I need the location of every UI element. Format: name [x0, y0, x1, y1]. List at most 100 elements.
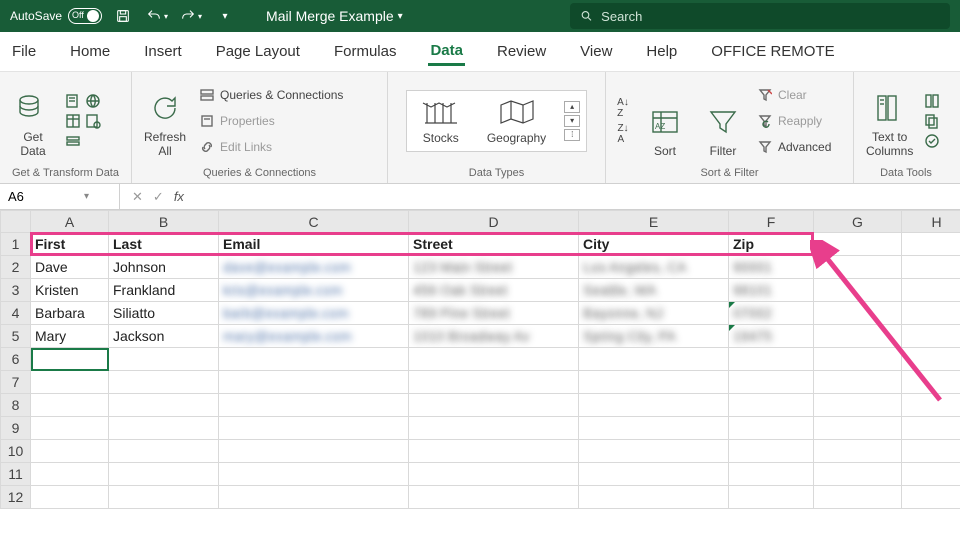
cell-A6[interactable] [31, 348, 109, 371]
autosave-toggle[interactable]: AutoSave Off [10, 8, 102, 24]
qat-customize-icon[interactable]: ▾ [212, 4, 238, 28]
search-box[interactable] [570, 3, 950, 29]
col-header-F[interactable]: F [729, 211, 814, 233]
row-header-3[interactable]: 3 [1, 279, 31, 302]
cell-C4[interactable]: barb@example.com [219, 302, 409, 325]
formula-input[interactable] [196, 184, 960, 209]
cancel-formula-icon[interactable]: ✕ [132, 189, 143, 205]
tab-help[interactable]: Help [644, 39, 679, 64]
cell-B2[interactable]: Johnson [109, 256, 219, 279]
cell-E3[interactable]: Seattle, WA [579, 279, 729, 302]
row-header-5[interactable]: 5 [1, 325, 31, 348]
tab-review[interactable]: Review [495, 39, 548, 64]
cell-D5[interactable]: 1010 Broadway Av [409, 325, 579, 348]
properties-button[interactable]: Properties [196, 110, 347, 132]
tab-data[interactable]: Data [428, 38, 465, 66]
title-dropdown-icon[interactable]: ▾ [398, 11, 403, 22]
row-header-8[interactable]: 8 [1, 394, 31, 417]
tab-office-remote[interactable]: OFFICE REMOTE [709, 39, 836, 64]
refresh-all-button[interactable]: Refresh All [138, 81, 192, 161]
enter-formula-icon[interactable]: ✓ [153, 189, 164, 205]
row-header-11[interactable]: 11 [1, 463, 31, 486]
stocks-type-button[interactable]: Stocks [413, 95, 469, 147]
get-data-button[interactable]: Get Data [6, 81, 60, 161]
spreadsheet-grid[interactable]: A B C D E F G H 1 First Last Email Stree… [0, 210, 960, 509]
row-header-10[interactable]: 10 [1, 440, 31, 463]
edit-links-button[interactable]: Edit Links [196, 136, 347, 158]
tab-page-layout[interactable]: Page Layout [214, 39, 302, 64]
from-text-icon[interactable] [64, 92, 82, 110]
row-header-7[interactable]: 7 [1, 371, 31, 394]
tab-home[interactable]: Home [68, 39, 112, 64]
text-to-columns-button[interactable]: Text to Columns [860, 81, 919, 161]
cell-C1[interactable]: Email [219, 233, 409, 256]
recent-sources-icon[interactable] [84, 112, 102, 130]
existing-conn-icon[interactable] [64, 132, 82, 150]
cell-E4[interactable]: Bayonne, NJ [579, 302, 729, 325]
from-table-icon[interactable] [64, 112, 82, 130]
fx-icon[interactable]: fx [174, 189, 184, 204]
flash-fill-icon[interactable] [923, 92, 941, 110]
cell-C3[interactable]: kris@example.com [219, 279, 409, 302]
filter-button[interactable]: Filter [696, 81, 750, 161]
cell-D3[interactable]: 456 Oak Street [409, 279, 579, 302]
col-header-A[interactable]: A [31, 211, 109, 233]
cell-A2[interactable]: Dave [31, 256, 109, 279]
toggle-switch[interactable]: Off [68, 8, 102, 24]
row-header-6[interactable]: 6 [1, 348, 31, 371]
sort-desc-button[interactable]: Z↓A [612, 123, 634, 145]
cell-A5[interactable]: Mary [31, 325, 109, 348]
tab-formulas[interactable]: Formulas [332, 39, 399, 64]
queries-connections-button[interactable]: Queries & Connections [196, 84, 347, 106]
name-box-dropdown-icon[interactable]: ▾ [84, 191, 89, 202]
cell-G1[interactable] [814, 233, 902, 256]
col-header-D[interactable]: D [409, 211, 579, 233]
save-icon[interactable] [110, 4, 136, 28]
cell-E2[interactable]: Los Angeles, CA [579, 256, 729, 279]
row-header-2[interactable]: 2 [1, 256, 31, 279]
cell-E5[interactable]: Spring City, PA [579, 325, 729, 348]
tab-file[interactable]: File [10, 39, 38, 64]
document-title[interactable]: Mail Merge Example ▾ [266, 8, 403, 24]
row-header-1[interactable]: 1 [1, 233, 31, 256]
sort-button[interactable]: AZ Sort [638, 81, 692, 161]
name-box[interactable]: ▾ [0, 184, 120, 209]
cell-D1[interactable]: Street [409, 233, 579, 256]
clear-button[interactable]: Clear [754, 84, 835, 106]
sort-asc-button[interactable]: A↓Z [612, 97, 634, 119]
col-header-E[interactable]: E [579, 211, 729, 233]
col-header-B[interactable]: B [109, 211, 219, 233]
cell-F3[interactable]: 98101 [729, 279, 814, 302]
remove-dup-icon[interactable] [923, 112, 941, 130]
cell-D4[interactable]: 789 Pine Street [409, 302, 579, 325]
cell-B3[interactable]: Frankland [109, 279, 219, 302]
col-header-H[interactable]: H [902, 211, 960, 233]
cell-H1[interactable] [902, 233, 960, 256]
cell-C2[interactable]: dave@example.com [219, 256, 409, 279]
select-all-corner[interactable] [1, 211, 31, 233]
cell-B4[interactable]: Siliatto [109, 302, 219, 325]
cell-F1[interactable]: Zip [729, 233, 814, 256]
row-header-9[interactable]: 9 [1, 417, 31, 440]
search-input[interactable] [601, 9, 940, 24]
col-header-C[interactable]: C [219, 211, 409, 233]
data-validation-icon[interactable] [923, 132, 941, 150]
data-types-more[interactable]: ▴▾⁞ [564, 101, 580, 141]
row-header-4[interactable]: 4 [1, 302, 31, 325]
cell-B1[interactable]: Last [109, 233, 219, 256]
cell-E1[interactable]: City [579, 233, 729, 256]
redo-icon[interactable]: ▾ [178, 4, 204, 28]
from-web-icon[interactable] [84, 92, 102, 110]
row-header-12[interactable]: 12 [1, 486, 31, 509]
geography-type-button[interactable]: Geography [479, 95, 554, 147]
cell-A3[interactable]: Kristen [31, 279, 109, 302]
advanced-button[interactable]: Advanced [754, 136, 835, 158]
undo-icon[interactable]: ▾ [144, 4, 170, 28]
tab-view[interactable]: View [578, 39, 614, 64]
tab-insert[interactable]: Insert [142, 39, 184, 64]
cell-C5[interactable]: mary@example.com [219, 325, 409, 348]
cell-B5[interactable]: Jackson [109, 325, 219, 348]
cell-A1[interactable]: First [31, 233, 109, 256]
cell-F4[interactable]: 07002 [729, 302, 814, 325]
cell-D2[interactable]: 123 Main Street [409, 256, 579, 279]
